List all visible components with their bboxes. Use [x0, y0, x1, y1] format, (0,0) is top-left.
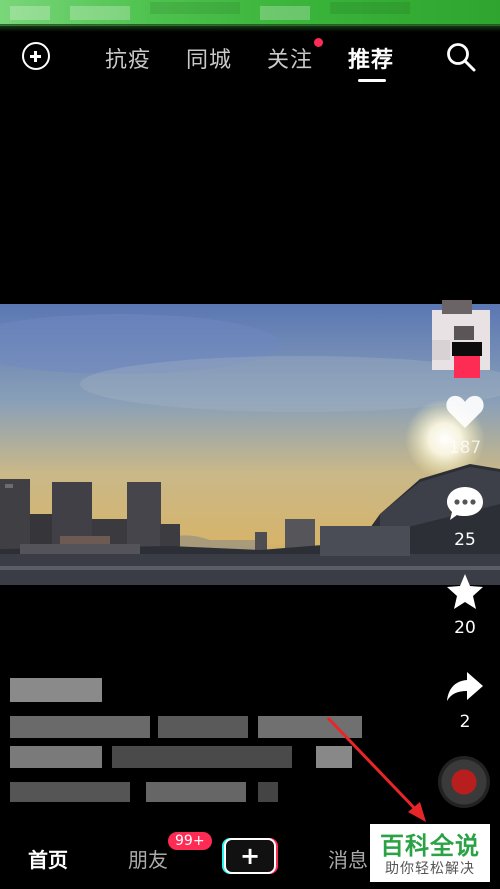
active-tab-indicator [358, 79, 386, 82]
caption-line [158, 716, 248, 738]
favorite-count: 20 [454, 618, 476, 638]
status-blur [330, 2, 410, 14]
nav-friends[interactable]: 朋友 [128, 844, 168, 873]
status-blur [260, 6, 310, 20]
nav-messages[interactable]: 消息 [328, 844, 368, 873]
plus-icon: + [239, 842, 261, 870]
tab-kangyi[interactable]: 抗疫 [105, 42, 151, 74]
top-nav: 抗疫 同城 关注 推荐 [0, 30, 500, 82]
comment-count: 25 [454, 530, 476, 550]
status-blur [70, 6, 130, 20]
publish-center: + [224, 838, 276, 874]
friends-badge: 99+ [168, 832, 212, 850]
watermark-logo: 百科全说 助你轻松解决 [370, 824, 490, 882]
like-action[interactable]: 187 [430, 394, 500, 458]
caption-line [10, 782, 130, 802]
annotation-arrow-icon [326, 716, 426, 822]
comment-action[interactable]: 25 [430, 484, 500, 550]
watermark-title: 百科全说 [380, 832, 480, 860]
avatar[interactable] [432, 300, 490, 384]
music-disc-icon[interactable] [438, 756, 490, 808]
star-icon[interactable] [445, 572, 485, 610]
caption-line [258, 782, 278, 802]
caption-line [10, 746, 102, 768]
caption-blurred [10, 678, 370, 808]
publish-button[interactable]: + [222, 838, 278, 874]
share-arrow-icon[interactable] [445, 668, 485, 704]
search-icon[interactable] [446, 42, 476, 72]
status-blur [150, 2, 240, 14]
like-count: 187 [448, 438, 482, 458]
caption-line [112, 746, 292, 768]
username-blurred[interactable] [10, 678, 102, 702]
share-count: 2 [459, 712, 471, 732]
favorite-action[interactable]: 20 [430, 572, 500, 638]
comment-icon[interactable] [445, 484, 485, 522]
status-bar [0, 0, 500, 26]
nav-home[interactable]: 首页 [28, 844, 68, 873]
tab-tongcheng[interactable]: 同城 [186, 42, 232, 74]
add-circle-icon[interactable] [22, 42, 50, 70]
notification-dot [314, 38, 323, 47]
heart-icon[interactable] [445, 394, 485, 430]
share-action[interactable]: 2 [430, 668, 500, 732]
caption-line [146, 782, 246, 802]
tab-guanzhu[interactable]: 关注 [267, 42, 313, 74]
tab-tuijian[interactable]: 推荐 [348, 42, 394, 74]
video-frame[interactable] [0, 304, 500, 585]
caption-line [10, 716, 150, 738]
watermark-subtitle: 助你轻松解决 [385, 861, 475, 877]
status-blur [10, 6, 50, 20]
video-image [0, 304, 500, 585]
